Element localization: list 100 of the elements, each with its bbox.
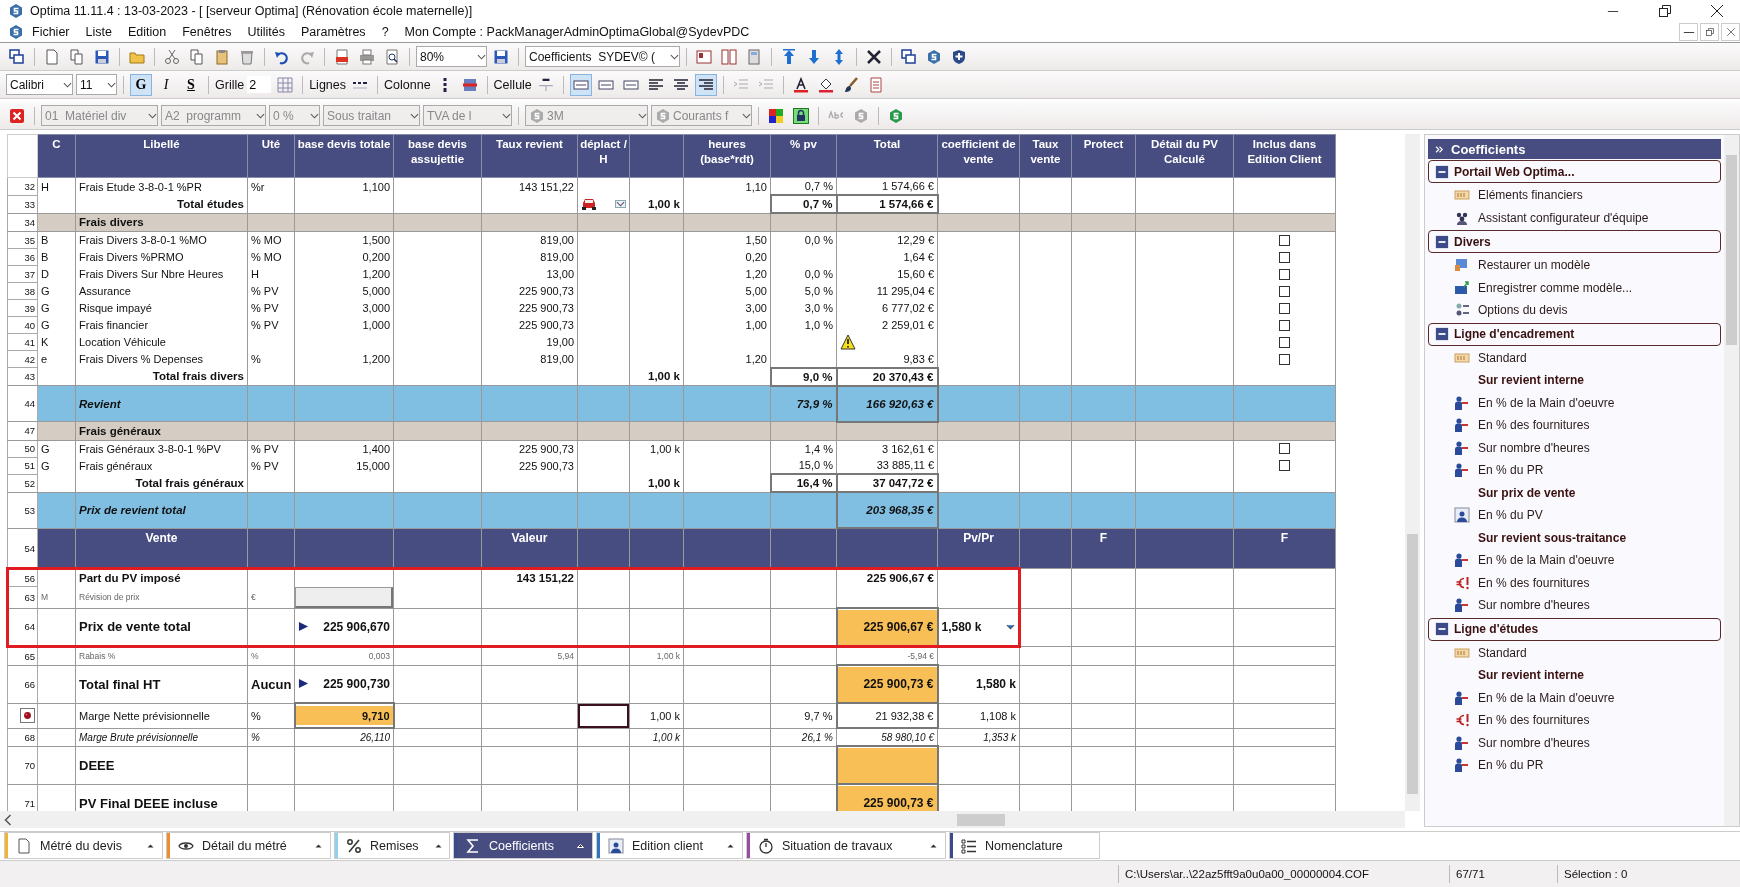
checkbox[interactable] — [1279, 353, 1290, 365]
checkbox[interactable] — [1279, 234, 1290, 246]
column-header[interactable]: Total — [836, 134, 938, 178]
menu-item[interactable]: Liste — [77, 25, 120, 39]
scroll-thumb[interactable] — [1407, 534, 1418, 794]
text-color-icon — [792, 76, 809, 93]
panel-item[interactable]: En % du PV — [1428, 504, 1721, 527]
focused-cell[interactable] — [578, 703, 629, 728]
vertical-scrollbar[interactable] — [1724, 135, 1739, 826]
column-header[interactable]: Protect — [1071, 134, 1136, 178]
zoom-dropdown[interactable]: 80% — [416, 46, 487, 67]
checkbox[interactable] — [1279, 285, 1290, 297]
account-menu[interactable]: Mon Compte : PackManagerAdminOptimaGlobal@SydevPDC — [396, 25, 758, 39]
menu-item[interactable]: Fichier — [24, 25, 78, 39]
minimize-button[interactable] — [1679, 23, 1698, 41]
tab[interactable]: Coefficients — [453, 832, 593, 859]
dropdown-button[interactable] — [615, 199, 626, 208]
column-header[interactable]: Taux revient — [481, 134, 578, 178]
table-cell: G — [41, 459, 50, 472]
panel-header[interactable]: Coefficients — [1428, 139, 1721, 159]
checkbox[interactable] — [1279, 443, 1290, 455]
menu-item[interactable]: ? — [373, 25, 397, 39]
panel-item[interactable]: En % de la Main d'oeuvre — [1428, 549, 1721, 572]
text-style-button[interactable]: I — [155, 73, 177, 96]
font-dropdown[interactable]: Calibri — [6, 74, 73, 95]
table-cell: Frais Généraux 3-8-0-1 %PV — [79, 442, 221, 455]
checkbox[interactable] — [1279, 251, 1290, 263]
panel-item[interactable]: Sur nombre d'heures — [1428, 731, 1721, 754]
tab[interactable]: Métré du devis — [4, 832, 163, 859]
text-style-button[interactable]: S — [180, 73, 202, 96]
align-button[interactable] — [694, 73, 717, 96]
caret-icon — [148, 112, 157, 119]
horizontal-scrollbar[interactable] — [0, 811, 1405, 828]
column-header[interactable]: déplact / H — [577, 134, 630, 178]
scroll-thumb[interactable] — [1726, 155, 1737, 345]
column-header[interactable]: Uté — [247, 134, 295, 178]
menu-item[interactable]: Paramètres — [293, 25, 374, 39]
tab[interactable]: Nomenclature — [949, 832, 1100, 859]
panel-item[interactable]: En % de la Main d'oeuvre — [1428, 686, 1721, 709]
group-header[interactable]: Ligne d'études — [1428, 617, 1721, 641]
panel-item[interactable]: Standard — [1428, 641, 1721, 664]
text-style-button[interactable]: G — [130, 73, 152, 96]
menu-item[interactable]: Fenêtres — [174, 25, 240, 39]
tab[interactable]: Situation de travaux — [746, 832, 946, 859]
tab-icon — [758, 837, 774, 854]
dropdown-button[interactable] — [1006, 623, 1015, 630]
checkbox[interactable] — [1279, 302, 1290, 314]
group-header[interactable]: Divers — [1428, 230, 1721, 253]
logo-icon[interactable] — [8, 24, 24, 40]
vertical-scrollbar[interactable] — [1405, 134, 1420, 811]
tab[interactable]: Détail du métré — [166, 832, 331, 859]
preset-dropdown[interactable]: Coefficients SYDEV© ( — [525, 46, 680, 67]
panel-item[interactable]: En % des fournitures — [1428, 709, 1721, 732]
column-header[interactable]: % pv — [770, 134, 837, 178]
panel-item[interactable]: Sur nombre d'heures — [1428, 436, 1721, 459]
column-header[interactable]: base devis totale — [294, 134, 394, 178]
tab[interactable]: Edition client — [596, 832, 743, 859]
panel-item[interactable]: Sur nombre d'heures — [1428, 594, 1721, 617]
checkbox[interactable] — [1279, 336, 1290, 348]
table-cell: 1,400 — [362, 442, 390, 455]
panel-item[interactable]: En % de la Main d'oeuvre — [1428, 391, 1721, 414]
column-header[interactable]: C — [37, 134, 76, 178]
panel-item[interactable]: Enregistrer comme modèle... — [1428, 276, 1721, 299]
menu-item[interactable]: Utilités — [239, 25, 293, 39]
panel-item[interactable]: Standard — [1428, 346, 1721, 369]
column-header[interactable]: Inclus dans Edition Client — [1233, 134, 1336, 178]
input-field[interactable] — [295, 586, 393, 608]
font-size-dropdown[interactable]: 11 — [76, 74, 117, 95]
group-header[interactable]: Portail Web Optima... — [1428, 160, 1721, 183]
column-header[interactable]: Taux vente — [1019, 134, 1072, 178]
panel-item[interactable]: Options du devis — [1428, 299, 1721, 322]
table-cell: Vente — [145, 530, 178, 545]
caret-icon — [107, 81, 116, 88]
panel-item[interactable]: En % des fournitures — [1428, 414, 1721, 437]
table-cell: 26,110 — [360, 731, 390, 743]
table-cell: Frais Divers 3-8-0-1 %MO — [79, 234, 207, 247]
table-cell: 225 900,73 € — [837, 666, 937, 702]
panel-item[interactable]: En % des fournitures — [1428, 571, 1721, 594]
table-cell: G — [41, 302, 50, 314]
panel-item[interactable]: Eléments financiers — [1428, 184, 1721, 207]
panel-item[interactable]: En % du PR — [1428, 754, 1721, 777]
panel-item[interactable]: Restaurer un modèle — [1428, 254, 1721, 277]
column-header[interactable]: coefficient de vente — [937, 134, 1020, 178]
current-row-marker[interactable] — [20, 708, 35, 723]
scroll-thumb[interactable] — [957, 813, 1005, 826]
column-header[interactable]: base devis assujettie — [393, 134, 482, 178]
panel-item[interactable]: En % du PR — [1428, 459, 1721, 482]
menu-item[interactable]: Edition — [119, 25, 175, 39]
checkbox[interactable] — [1279, 268, 1290, 280]
table-cell: Frais Divers %PRMO — [79, 251, 184, 263]
column-header[interactable]: Détail du PV Calculé — [1135, 134, 1234, 178]
column-header[interactable]: heures (base*rdt) — [683, 134, 771, 178]
checkbox[interactable] — [1279, 319, 1290, 331]
checkbox[interactable] — [1279, 460, 1290, 471]
grid-field[interactable]: 2 — [247, 76, 272, 93]
row-style-button[interactable] — [569, 73, 592, 96]
tab[interactable]: Remises — [334, 832, 450, 859]
column-header[interactable]: Libellé — [75, 134, 248, 178]
panel-item[interactable]: Assistant configurateur d'équipe — [1428, 206, 1721, 229]
group-header[interactable]: Ligne d'encadrement — [1428, 322, 1721, 346]
